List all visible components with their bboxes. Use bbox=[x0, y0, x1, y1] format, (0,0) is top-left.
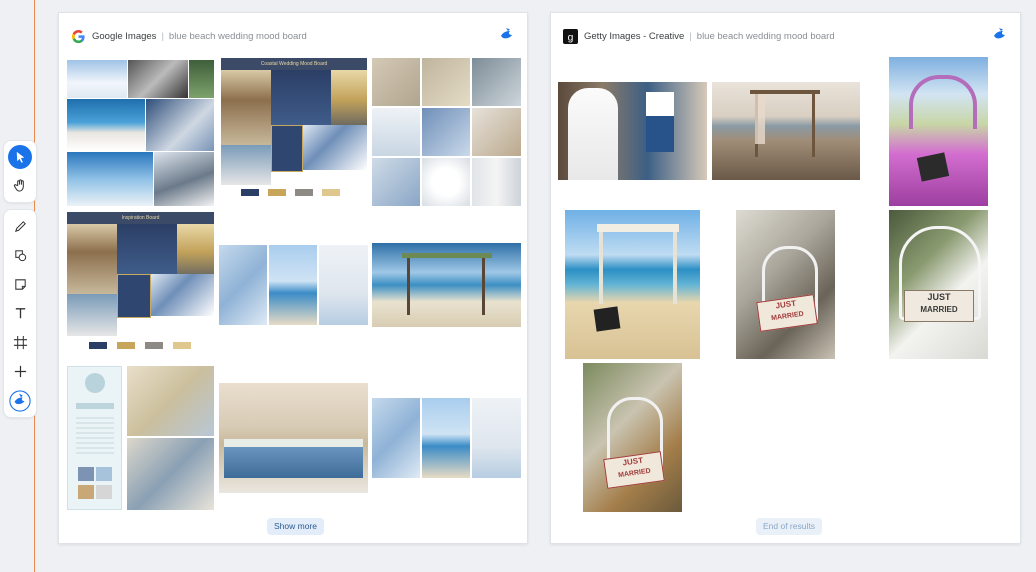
board-title: Inspiration Board bbox=[121, 215, 160, 221]
svg-text:g: g bbox=[568, 32, 574, 43]
image-result[interactable]: JUST MARRIED bbox=[889, 210, 988, 359]
getty-logo-icon: g bbox=[563, 28, 578, 44]
frame-tool[interactable] bbox=[7, 330, 33, 355]
image-result[interactable]: JUST MARRIED bbox=[583, 363, 682, 512]
add-tool[interactable] bbox=[7, 359, 33, 384]
board-title: Coastal Wedding Mood Board bbox=[260, 61, 328, 67]
select-tool[interactable] bbox=[8, 145, 32, 169]
sign-text-married: MARRIED bbox=[920, 305, 958, 314]
left-toolbar bbox=[3, 140, 37, 418]
hand-tool[interactable] bbox=[7, 173, 33, 198]
text-tool[interactable] bbox=[7, 301, 33, 326]
getty-images-panel: g Getty Images - Creative | blue beach w… bbox=[550, 12, 1021, 544]
pencil-tool[interactable] bbox=[7, 214, 33, 239]
image-result[interactable] bbox=[372, 58, 521, 206]
search-query: blue beach wedding mood board bbox=[168, 30, 307, 42]
text-icon bbox=[15, 308, 25, 319]
bird-logo-icon[interactable] bbox=[992, 27, 1008, 43]
image-result[interactable] bbox=[372, 243, 521, 327]
panel-header: Google Images | blue beach wedding mood … bbox=[71, 27, 515, 45]
header-separator: | bbox=[689, 30, 692, 42]
tool-group-create bbox=[3, 209, 37, 418]
image-result[interactable] bbox=[67, 60, 214, 206]
sticky-note-tool[interactable] bbox=[7, 272, 33, 297]
source-name: Google Images bbox=[92, 30, 157, 42]
shapes-tool[interactable] bbox=[7, 243, 33, 268]
pencil-icon bbox=[14, 221, 26, 233]
panel-header: g Getty Images - Creative | blue beach w… bbox=[563, 27, 1008, 45]
tool-group-navigation bbox=[3, 140, 37, 203]
image-result[interactable] bbox=[558, 82, 707, 180]
image-result[interactable] bbox=[372, 398, 521, 478]
end-of-results-button: End of results bbox=[756, 518, 822, 535]
image-result[interactable] bbox=[67, 366, 214, 510]
show-more-button[interactable]: Show more bbox=[267, 518, 324, 535]
google-logo-icon bbox=[71, 29, 86, 44]
plus-icon bbox=[14, 365, 26, 378]
bird-logo-icon bbox=[9, 389, 31, 412]
header-separator: | bbox=[161, 30, 164, 42]
source-name: Getty Images - Creative bbox=[584, 30, 685, 42]
image-result[interactable] bbox=[219, 383, 368, 493]
shapes-icon bbox=[14, 250, 26, 262]
image-result[interactable]: Inspiration Board bbox=[67, 212, 214, 358]
image-result[interactable] bbox=[889, 57, 988, 206]
image-result[interactable] bbox=[219, 245, 368, 325]
google-images-panel: Google Images | blue beach wedding mood … bbox=[58, 12, 528, 544]
image-result[interactable] bbox=[712, 82, 860, 180]
image-result[interactable]: Coastal Wedding Mood Board bbox=[221, 58, 367, 206]
bird-logo-icon[interactable] bbox=[499, 27, 515, 43]
cursor-arrow-icon bbox=[16, 151, 24, 163]
sign-text-just: JUST bbox=[927, 292, 951, 302]
frame-icon bbox=[13, 335, 27, 350]
sticky-note-icon bbox=[14, 279, 26, 290]
search-query: blue beach wedding mood board bbox=[696, 30, 835, 42]
image-result[interactable]: JUST MARRIED bbox=[736, 210, 835, 359]
image-result[interactable] bbox=[565, 210, 700, 359]
bird-app-tool[interactable] bbox=[7, 388, 33, 413]
hand-icon bbox=[13, 179, 24, 192]
